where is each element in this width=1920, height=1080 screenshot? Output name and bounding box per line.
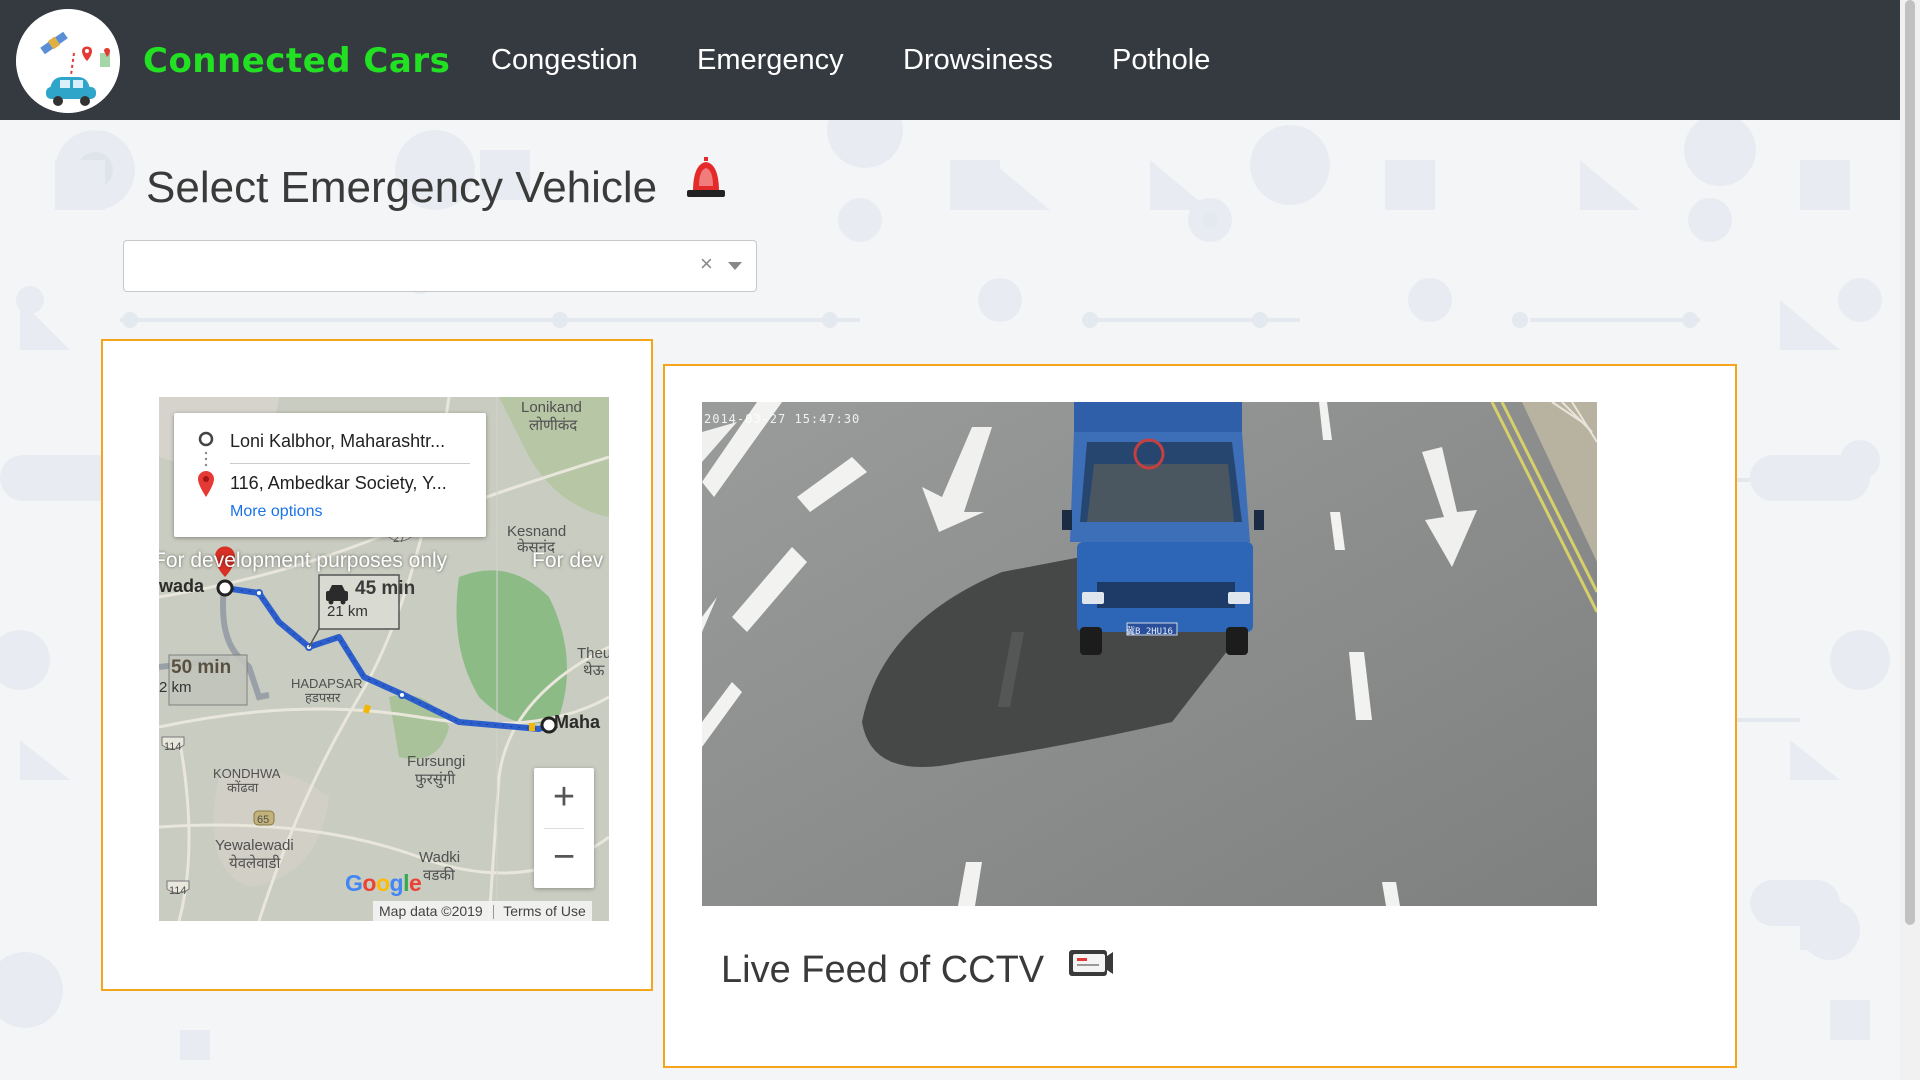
terms-of-use-link[interactable]: Terms of Use	[503, 903, 585, 919]
directions-divider	[230, 463, 470, 464]
road-shield-114-south: 114	[169, 885, 187, 897]
nav-drowsiness[interactable]: Drowsiness	[903, 38, 1053, 82]
route-map[interactable]: Lonikand लोणीकंद Kesnand केसनंद For deve…	[159, 397, 609, 921]
scrollbar-thumb[interactable]	[1905, 0, 1915, 925]
cctv-timestamp: 2014-03-27 15:47:30	[704, 412, 861, 426]
place-fursungi-mr: फुरसुंगी	[415, 771, 456, 788]
zoom-in-button[interactable]: +	[534, 768, 594, 828]
route-primary-distance: 21 km	[327, 603, 368, 620]
nav-pothole[interactable]: Pothole	[1112, 38, 1210, 82]
more-options-link[interactable]: More options	[230, 503, 323, 521]
place-kesnand: Kesnand	[507, 523, 567, 540]
license-plate: 冀B 2HU16	[1126, 627, 1173, 637]
place-maha: Maha	[554, 712, 601, 732]
place-lonikand-mr: लोणीकंद	[529, 417, 578, 434]
destination-pin-icon	[198, 471, 214, 497]
place-kondhwa-mr: कोंढवा	[227, 780, 259, 795]
siren-icon	[683, 156, 729, 212]
video-camera-icon	[1067, 944, 1113, 992]
cctv-panel: 2014-03-27 15:47:30 冀B 2HU16 Live Feed o…	[663, 364, 1737, 1068]
map-data-label: Map data ©2019	[379, 903, 483, 919]
origin-field[interactable]: Loni Kalbhor, Maharashtr...	[230, 431, 445, 452]
map-watermark: For development purposes only	[159, 549, 448, 572]
zoom-out-button[interactable]: −	[534, 828, 594, 888]
route-alt-distance: 2 km	[159, 679, 192, 696]
road-shield-65: 65	[257, 814, 270, 826]
page-scrollbar[interactable]	[1900, 0, 1920, 1080]
chevron-down-icon[interactable]	[728, 262, 742, 270]
emergency-heading: Select Emergency Vehicle	[146, 157, 729, 216]
route-alt-time: 50 min	[171, 657, 232, 678]
zoom-controls: + −	[534, 768, 594, 888]
brand-name[interactable]: Connected Cars	[143, 36, 450, 86]
cctv-frame	[702, 402, 1597, 906]
map-attribution: Map data ©2019 Terms of Use	[373, 901, 592, 921]
place-lonikand: Lonikand	[521, 399, 582, 416]
place-wadki: Wadki	[419, 849, 461, 866]
nav-congestion[interactable]: Congestion	[491, 38, 638, 82]
place-theur: Theu	[577, 645, 609, 662]
map-panel: Lonikand लोणीकंद Kesnand केसनंद For deve…	[101, 339, 653, 991]
cctv-video-feed[interactable]: 2014-03-27 15:47:30 冀B 2HU16	[702, 402, 1597, 906]
place-hadapsar-mr: हडपसर	[305, 690, 341, 705]
cctv-title-text: Live Feed of CCTV	[721, 949, 1045, 991]
road-shield-114: 114	[164, 741, 182, 753]
place-wada: wada	[159, 576, 205, 596]
nav-emergency[interactable]: Emergency	[697, 38, 844, 82]
destination-field[interactable]: 116, Ambedkar Society, Y...	[230, 473, 447, 494]
connected-cars-logo[interactable]	[16, 9, 120, 113]
map-watermark-right: For dev	[532, 549, 604, 572]
logo-icon	[16, 9, 120, 113]
emergency-heading-text: Select Emergency Vehicle	[146, 163, 658, 212]
place-fursungi: Fursungi	[407, 753, 466, 770]
place-yewalewadi-mr: येवलेवाडी	[229, 855, 281, 872]
top-navbar: Connected Cars Congestion Emergency Drow…	[0, 0, 1900, 120]
place-wadki-mr: वडकी	[423, 867, 455, 884]
google-logo: Google	[345, 870, 422, 896]
route-primary-time: 45 min	[355, 578, 416, 599]
clear-icon[interactable]: ×	[700, 252, 713, 276]
place-theur-mr: थेऊ	[583, 662, 605, 679]
directions-card: Loni Kalbhor, Maharashtr... 116, Ambedka…	[174, 413, 486, 537]
emergency-vehicle-select[interactable]: ×	[123, 240, 757, 292]
place-yewalewadi: Yewalewadi	[215, 837, 294, 854]
cctv-title: Live Feed of CCTV	[721, 946, 1113, 994]
